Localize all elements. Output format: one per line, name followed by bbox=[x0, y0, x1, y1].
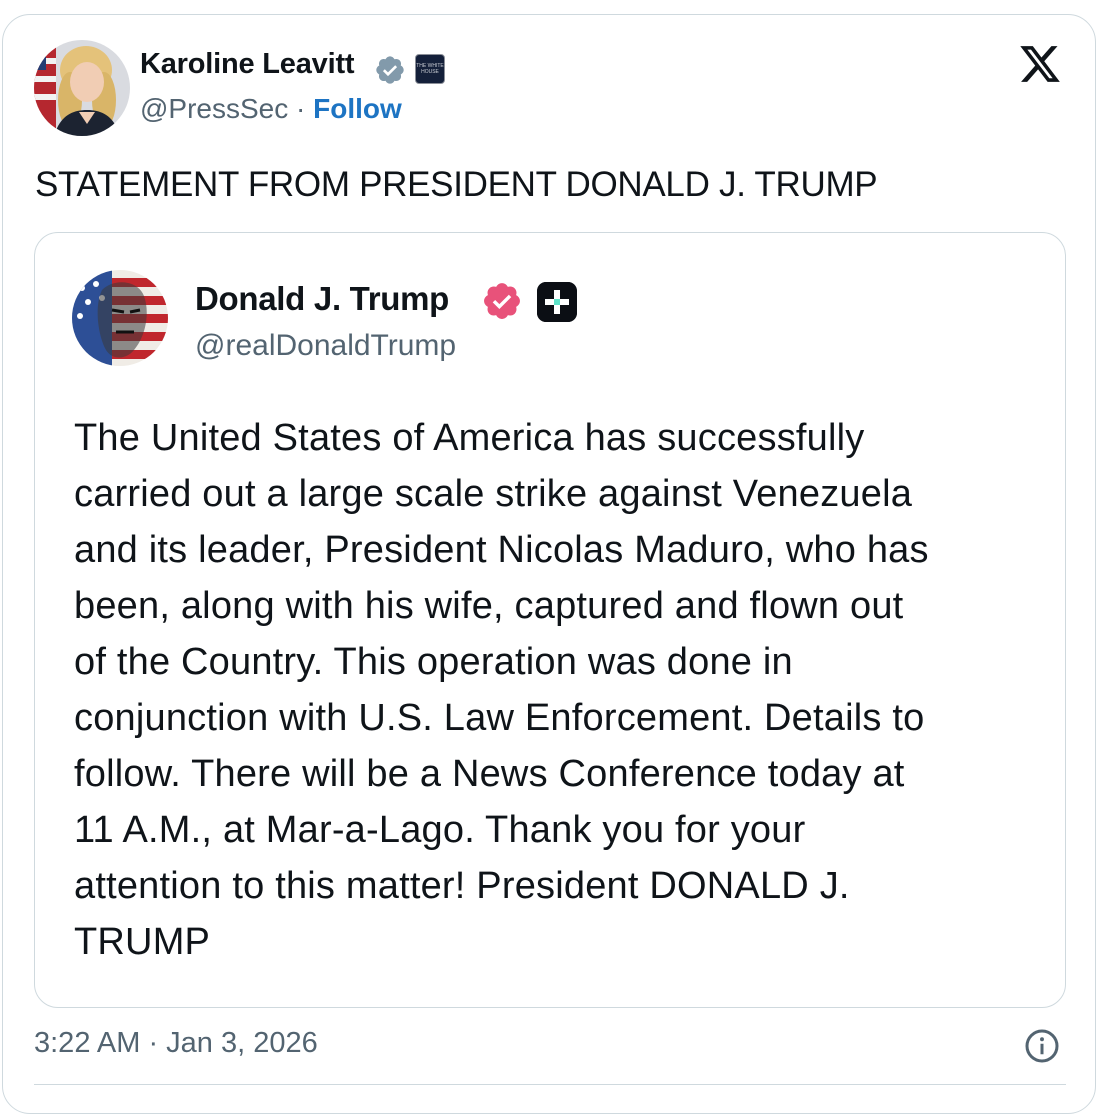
body-line: follow. There will be a News Conference … bbox=[74, 753, 905, 795]
body-line: 11 A.M., at Mar-a-Lago. Thank you for yo… bbox=[74, 809, 806, 851]
affiliation-badge-icon[interactable]: THE WHITE HOUSE bbox=[415, 54, 445, 84]
body-line: carried out a large scale strike against… bbox=[74, 473, 913, 515]
body-line: and its leader, President Nicolas Maduro… bbox=[74, 529, 929, 571]
follow-button[interactable]: Follow bbox=[313, 93, 402, 124]
author-avatar[interactable] bbox=[34, 40, 130, 136]
body-line: been, along with his wife, captured and … bbox=[74, 585, 904, 627]
author-handle[interactable]: @PressSec bbox=[140, 93, 288, 124]
body-line: of the Country. This operation was done … bbox=[74, 641, 793, 683]
verified-check-icon bbox=[376, 56, 404, 84]
post-text: STATEMENT FROM PRESIDENT DONALD J. TRUMP bbox=[35, 165, 878, 204]
separator-dot: · bbox=[296, 93, 306, 124]
body-line: TRUMP bbox=[74, 921, 211, 963]
body-line: The United States of America has success… bbox=[74, 417, 865, 459]
divider bbox=[34, 1084, 1066, 1085]
body-line: conjunction with U.S. Law Enforcement. D… bbox=[74, 697, 925, 739]
body-line: attention to this matter! President DONA… bbox=[74, 865, 850, 907]
quoted-author-name[interactable]: Donald J. Trump bbox=[195, 280, 449, 318]
x-logo-icon[interactable] bbox=[1016, 42, 1064, 86]
info-icon[interactable] bbox=[1024, 1028, 1060, 1064]
verified-badge-icon bbox=[484, 283, 520, 319]
truth-social-plus-icon bbox=[537, 282, 577, 322]
affiliation-badge-text: THE WHITE HOUSE bbox=[416, 63, 444, 75]
quoted-author-handle[interactable]: @realDonaldTrump bbox=[195, 329, 456, 363]
quoted-author-avatar[interactable] bbox=[72, 270, 168, 366]
quoted-post-body: The United States of America has success… bbox=[74, 410, 1034, 970]
author-handle-row: @PressSec · Follow bbox=[140, 93, 402, 125]
author-name[interactable]: Karoline Leavitt bbox=[140, 48, 355, 81]
post-timestamp[interactable]: 3:22 AM · Jan 3, 2026 bbox=[34, 1027, 318, 1060]
